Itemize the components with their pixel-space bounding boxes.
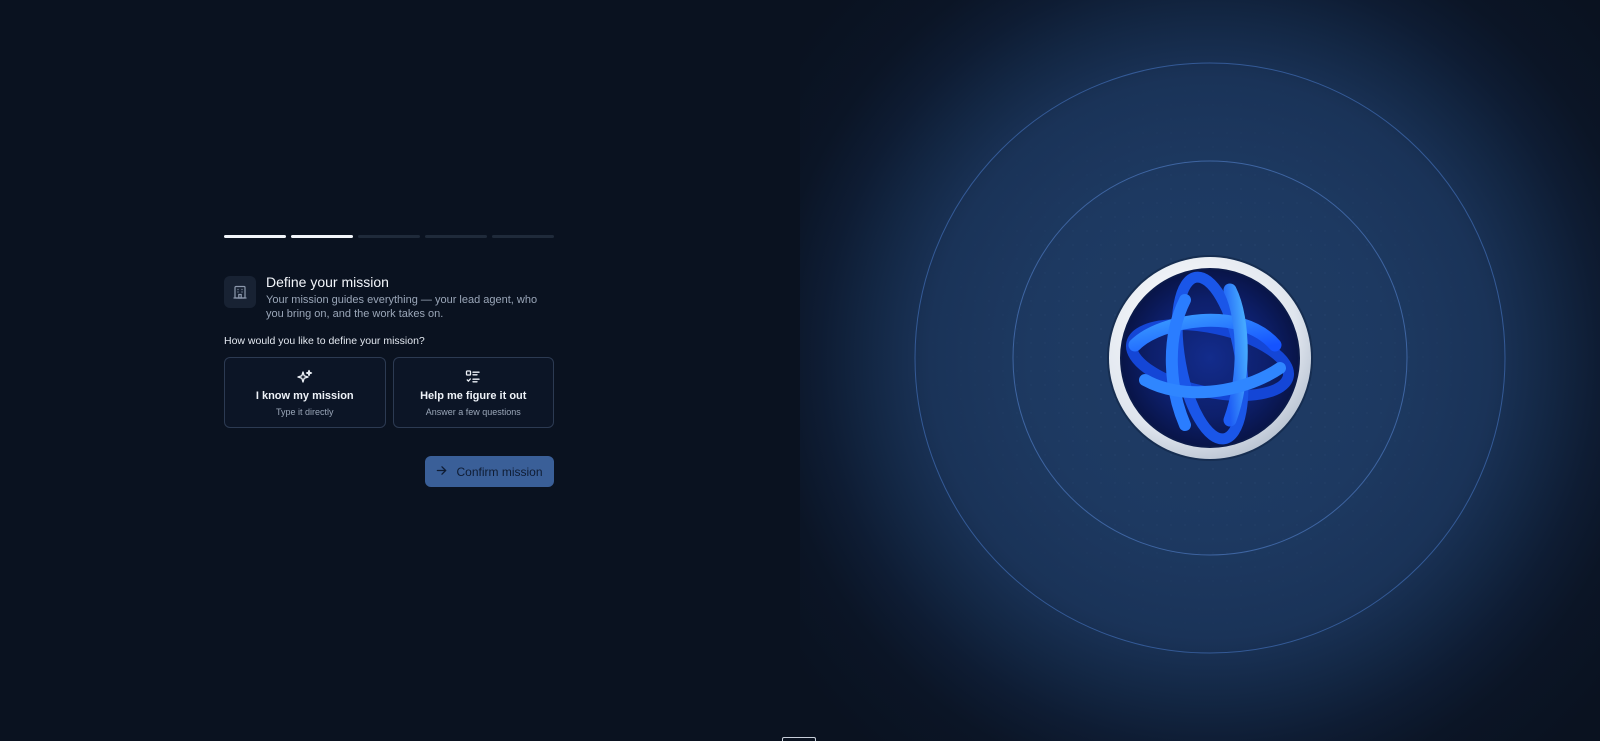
progress-segment: [291, 235, 353, 238]
page-title: Define your mission: [266, 274, 389, 290]
arrow-right-icon: [436, 465, 447, 479]
checklist-icon: [465, 369, 481, 385]
progress-segment: [492, 235, 554, 238]
progress-segment: [224, 235, 286, 238]
step-header: Define your mission Your mission guides …: [224, 273, 554, 321]
orbit-illustration: [800, 0, 1600, 741]
brand-visual-panel: [800, 0, 1600, 741]
option-know-mission[interactable]: I know my mission Type it directly: [224, 357, 386, 428]
mission-options: I know my mission Type it directly Help …: [224, 357, 554, 428]
option-help-me[interactable]: Help me figure it out Answer a few quest…: [392, 357, 554, 428]
globe-logo: [1107, 255, 1313, 461]
confirm-mission-button[interactable]: Confirm mission: [425, 456, 554, 487]
progress-segment: [425, 235, 487, 238]
question-label: How would you like to define your missio…: [224, 335, 425, 347]
bottom-handle: [782, 737, 816, 741]
progress-bar: [224, 235, 554, 239]
option-title: Help me figure it out: [420, 389, 527, 402]
progress-segment: [358, 235, 420, 238]
building-icon: [224, 276, 256, 308]
option-title: I know my mission: [255, 389, 354, 402]
page-description: Your mission guides everything — your le…: [266, 294, 538, 320]
confirm-label: Confirm mission: [456, 464, 543, 479]
onboarding-page: Define your mission Your mission guides …: [0, 0, 1600, 741]
wizard-panel: Define your mission Your mission guides …: [0, 0, 800, 741]
sparkles-icon: [297, 369, 313, 385]
option-subtitle: Answer a few questions: [425, 406, 521, 417]
option-subtitle: Type it directly: [275, 406, 334, 417]
mission-step: Define your mission Your mission guides …: [224, 235, 554, 487]
